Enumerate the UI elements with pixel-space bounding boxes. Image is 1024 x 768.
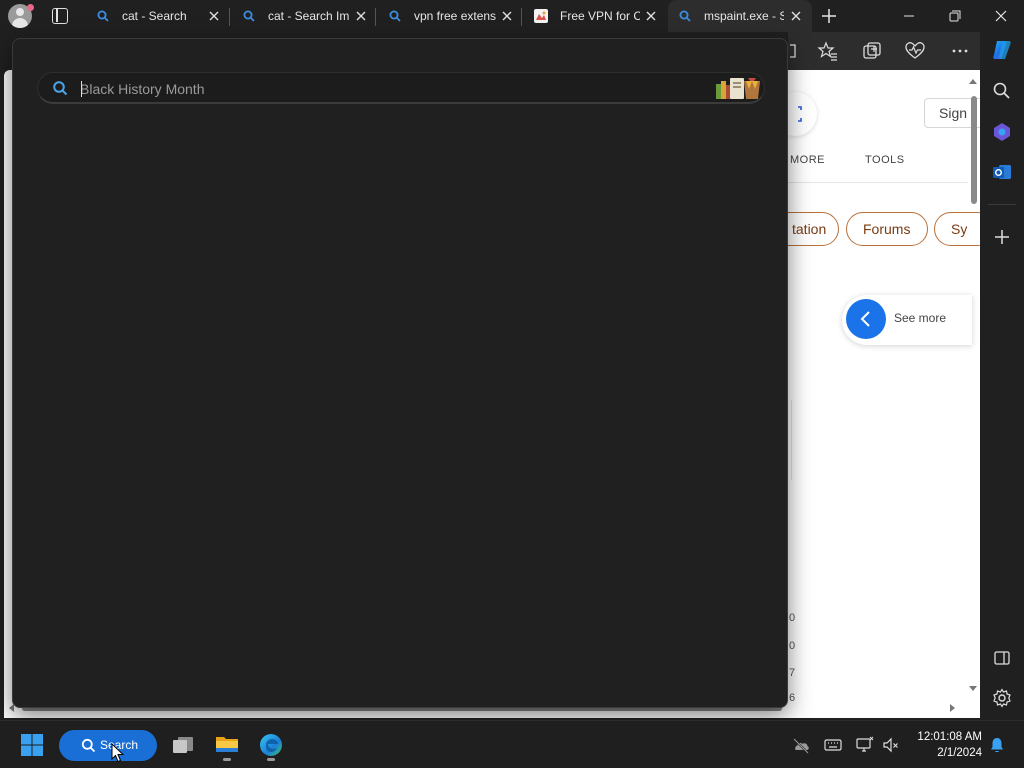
browser-tab[interactable]: Free VPN for Cl bbox=[524, 0, 666, 32]
network-icon[interactable] bbox=[856, 736, 874, 754]
tab-title: cat - Search bbox=[122, 9, 187, 23]
scroll-right-icon[interactable] bbox=[948, 703, 958, 713]
running-indicator bbox=[223, 758, 231, 761]
minimize-icon[interactable] bbox=[886, 0, 932, 32]
notification-bell-icon[interactable] bbox=[988, 736, 1006, 754]
sidebar-search-icon[interactable] bbox=[991, 80, 1013, 102]
volume-muted-icon[interactable] bbox=[882, 736, 900, 754]
folder-icon bbox=[216, 737, 238, 752]
close-window-icon[interactable] bbox=[978, 0, 1024, 32]
copilot-sidebar-icon[interactable] bbox=[991, 121, 1013, 143]
partial-text: 0 bbox=[789, 640, 796, 652]
nav-tab-tools[interactable]: TOOLS bbox=[865, 154, 905, 166]
profile-notification-dot bbox=[27, 4, 34, 11]
taskbar: Search 12:01:08 AM 2/1/2024 bbox=[0, 720, 1024, 768]
search-favicon-icon bbox=[97, 10, 109, 22]
see-more-card[interactable]: See more bbox=[842, 295, 972, 345]
browser-tab[interactable]: vpn free extens bbox=[378, 0, 520, 32]
search-icon bbox=[53, 81, 68, 96]
search-favicon-icon bbox=[679, 10, 691, 22]
clock-date: 2/1/2024 bbox=[937, 747, 982, 759]
vertical-scrollbar[interactable] bbox=[968, 76, 978, 691]
tab-strip: cat - Search cat - Search Im vpn free ex… bbox=[0, 0, 1024, 32]
tab-separator bbox=[375, 8, 376, 26]
keyboard-icon[interactable] bbox=[824, 736, 842, 754]
sidebar-divider bbox=[988, 204, 1016, 205]
browser-essentials-icon[interactable] bbox=[904, 40, 926, 62]
nav-tab-more[interactable]: MORE bbox=[790, 154, 825, 166]
tab-separator bbox=[229, 8, 230, 26]
more-options-icon[interactable] bbox=[949, 40, 971, 62]
flyout-search-box[interactable] bbox=[37, 72, 765, 104]
edge-sidebar bbox=[980, 70, 1024, 718]
tab-actions-icon[interactable] bbox=[52, 8, 68, 24]
outlook-icon[interactable] bbox=[991, 161, 1013, 183]
sidebar-settings-icon[interactable] bbox=[991, 687, 1013, 709]
browser-tab-active[interactable]: mspaint.exe - S bbox=[668, 0, 812, 32]
browser-tab[interactable]: cat - Search bbox=[86, 0, 228, 32]
close-tab-icon[interactable] bbox=[499, 8, 515, 24]
taskbar-search-icon bbox=[81, 738, 96, 753]
copilot-icon[interactable] bbox=[990, 38, 1014, 62]
browser-toolbar bbox=[788, 32, 980, 70]
add-sidebar-app-icon[interactable] bbox=[991, 226, 1013, 248]
close-tab-icon[interactable] bbox=[353, 8, 369, 24]
running-indicator bbox=[267, 758, 275, 761]
filter-pill-forums[interactable]: Forums bbox=[846, 212, 928, 246]
search-favicon-icon bbox=[243, 10, 255, 22]
chevron-left-icon bbox=[860, 311, 870, 327]
mouse-cursor-icon bbox=[111, 743, 125, 763]
close-tab-icon[interactable] bbox=[643, 8, 659, 24]
system-clock[interactable]: 12:01:08 AM 2/1/2024 bbox=[904, 729, 982, 761]
close-tab-icon[interactable] bbox=[788, 8, 804, 24]
partial-text: 0 bbox=[789, 612, 796, 624]
tab-title: vpn free extens bbox=[414, 9, 496, 23]
divider bbox=[791, 400, 792, 480]
collections-icon[interactable] bbox=[861, 40, 883, 62]
file-explorer-button[interactable] bbox=[212, 730, 242, 761]
scroll-up-icon[interactable] bbox=[968, 76, 978, 86]
windows-start-icon[interactable] bbox=[20, 733, 44, 757]
favorites-icon[interactable] bbox=[817, 40, 839, 62]
vertical-scroll-thumb[interactable] bbox=[971, 96, 977, 204]
search-results-page: Sign MORE TOOLS tation Forums Sy See mor… bbox=[747, 70, 980, 704]
search-favicon-icon bbox=[389, 10, 401, 22]
onedrive-icon[interactable] bbox=[792, 736, 810, 754]
new-tab-icon[interactable] bbox=[820, 7, 838, 25]
edge-taskbar-button[interactable] bbox=[256, 730, 286, 761]
tab-title: mspaint.exe - S bbox=[704, 9, 784, 23]
text-caret bbox=[81, 81, 82, 97]
restore-icon[interactable] bbox=[932, 0, 978, 32]
search-input[interactable] bbox=[80, 78, 680, 100]
search-highlight-books-icon[interactable] bbox=[714, 75, 762, 101]
partial-text: 7 bbox=[789, 667, 796, 679]
clock-time: 12:01:08 AM bbox=[917, 731, 982, 743]
windows-search-flyout bbox=[12, 38, 788, 708]
see-more-label: See more bbox=[894, 311, 947, 325]
split-screen-icon[interactable] bbox=[788, 40, 810, 62]
edge-browser-icon bbox=[260, 734, 282, 756]
hide-sidebar-icon[interactable] bbox=[991, 647, 1013, 669]
tab-separator bbox=[521, 8, 522, 26]
task-view-button[interactable] bbox=[168, 730, 198, 760]
tab-title: Free VPN for Cl bbox=[560, 9, 640, 23]
taskbar-search-button[interactable]: Search bbox=[59, 730, 157, 761]
nav-divider bbox=[787, 182, 968, 183]
tab-title: cat - Search Im bbox=[268, 9, 350, 23]
vpn-favicon-icon bbox=[534, 9, 548, 23]
browser-tab[interactable]: cat - Search Im bbox=[232, 0, 374, 32]
task-view-icon bbox=[173, 737, 193, 753]
close-tab-icon[interactable] bbox=[206, 8, 222, 24]
see-more-button[interactable] bbox=[846, 299, 886, 339]
scroll-down-icon[interactable] bbox=[968, 684, 978, 694]
